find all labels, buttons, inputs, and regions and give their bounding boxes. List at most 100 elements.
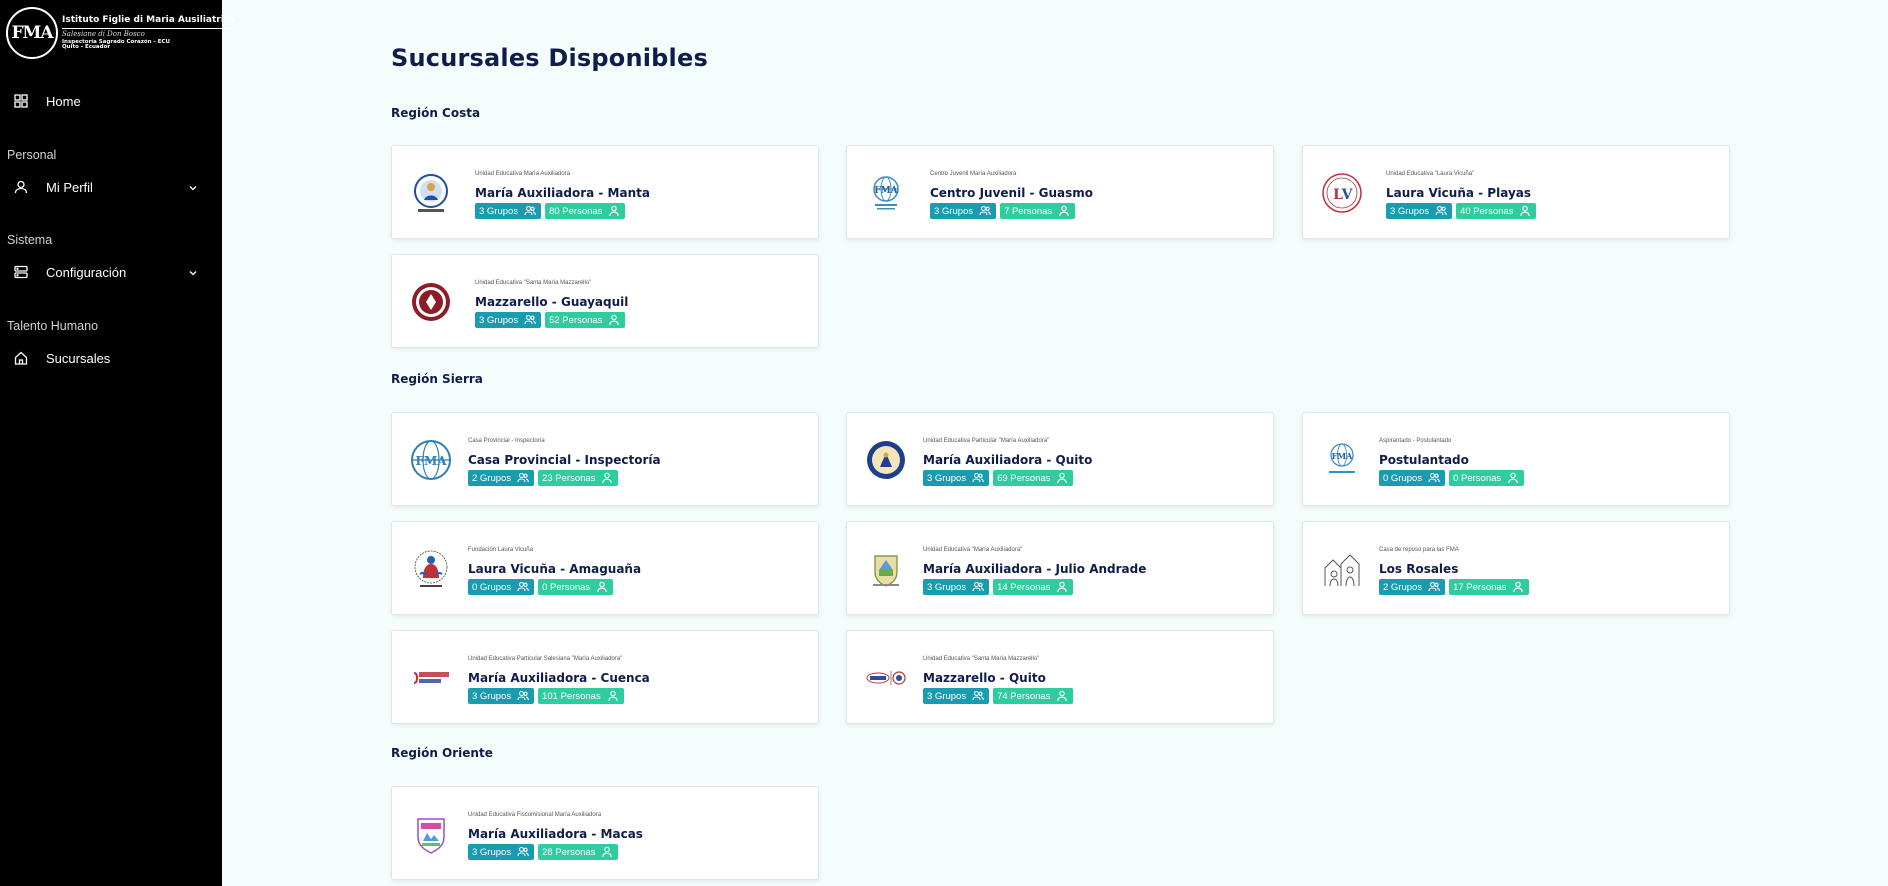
grid-icon [14, 94, 28, 108]
nav-home[interactable]: Home [0, 85, 222, 117]
people-badge[interactable]: 0 Personas [1449, 470, 1525, 486]
svg-text:FMA: FMA [1332, 451, 1354, 461]
card-name: María Auxiliadora - Cuenca [468, 671, 650, 685]
region-title-costa: Región Costa [391, 106, 481, 120]
branch-card-maria-auxiliadora-macas[interactable]: Unidad Educativa Fiscomisional María Aux… [391, 786, 819, 880]
branch-card-maria-auxiliadora-cuenca[interactable]: Unidad Educativa Particular Salesiana "M… [391, 630, 819, 724]
card-subtitle: Aspirantado - Postulantado [1379, 438, 1452, 444]
branch-card-laura-vicuna-amaguana[interactable]: Fundación Laura Vicuña Laura Vicuña - Am… [391, 521, 819, 615]
people-badge[interactable]: 69 Personas [993, 470, 1074, 486]
nav-configuracion-label: Configuración [46, 264, 127, 280]
groups-badge[interactable]: 3 Grupos [923, 688, 990, 704]
branch-card-casa-provincial[interactable]: FMA Casa Provincial - Inspectoría Casa P… [391, 412, 819, 506]
groups-badge[interactable]: 3 Grupos [923, 579, 990, 595]
people-badge[interactable]: 0 Personas [538, 579, 614, 595]
branch-card-mazzarello-guayaquil[interactable]: Unidad Educativa "Santa María Mazzarello… [391, 254, 819, 348]
groups-badge[interactable]: 3 Grupos [923, 470, 990, 486]
card-name: Centro Juvenil - Guasmo [930, 186, 1094, 200]
branch-card-mazzarello-quito[interactable]: Unidad Educativa "Santa María Mazzarello… [846, 630, 1274, 724]
nav-configuracion[interactable]: Configuración [0, 256, 222, 288]
card-subtitle: Casa de reposo para las FMA [1379, 547, 1459, 553]
sidebar: FMA Istituto Figlie di Maria Ausiliatric… [0, 0, 236, 886]
user-icon [1513, 581, 1524, 593]
users-icon [972, 472, 984, 483]
users-icon [1428, 581, 1440, 592]
server-icon [14, 265, 28, 279]
groups-badge[interactable]: 3 Grupos [475, 312, 542, 328]
shield-color-icon [410, 813, 452, 855]
card-name: María Auxiliadora - Manta [475, 186, 650, 200]
branch-card-maria-auxiliadora-quito[interactable]: Unidad Educativa Particular "María Auxil… [846, 412, 1274, 506]
crest-icon [865, 548, 907, 590]
user-icon [602, 472, 613, 484]
groups-badge[interactable]: 3 Grupos [930, 203, 997, 219]
svg-text:FMA: FMA [874, 186, 898, 196]
brand-location: Quito - Ecuador [62, 44, 111, 50]
chevron-down-icon[interactable] [186, 265, 200, 279]
wordmark-icon [865, 657, 907, 699]
user-icon [609, 205, 620, 217]
branch-card-centro-juvenil-guasmo[interactable]: FMA Centro Juvenil María Auxiliadora Cen… [846, 145, 1274, 239]
people-badge[interactable]: 17 Personas [1449, 579, 1530, 595]
lv-crest-icon: LV [1321, 172, 1363, 214]
nav-sucursales[interactable]: Sucursales [0, 342, 222, 374]
card-name: María Auxiliadora - Julio Andrade [923, 562, 1147, 576]
groups-badge[interactable]: 3 Grupos [475, 203, 542, 219]
people-badge[interactable]: 28 Personas [538, 844, 619, 860]
section-sistema: Sistema [7, 233, 53, 247]
user-icon [597, 581, 607, 593]
nav-home-label: Home [46, 93, 81, 109]
card-name: Casa Provincial - Inspectoría [468, 453, 661, 467]
brand-subtitle: Salesiane di Don Bosco [62, 29, 145, 38]
chevron-down-icon[interactable] [186, 180, 200, 194]
user-icon [1057, 690, 1068, 702]
nav-mi-perfil-label: Mi Perfil [46, 179, 93, 195]
card-subtitle: Unidad Educativa "María Auxiliadora" [923, 547, 1023, 553]
seal-blue-icon [410, 172, 452, 214]
branch-card-laura-vicuna-playas[interactable]: LV Unidad Educativa "Laura Vicuña" Laura… [1302, 145, 1730, 239]
groups-badge[interactable]: 0 Grupos [468, 579, 535, 595]
people-badge[interactable]: 80 Personas [545, 203, 626, 219]
brand[interactable]: FMA Istituto Figlie di Maria Ausiliatric… [6, 6, 236, 60]
people-badge[interactable]: 23 Personas [538, 470, 619, 486]
people-badge[interactable]: 52 Personas [545, 312, 626, 328]
people-badge[interactable]: 101 Personas [538, 688, 624, 704]
fma-globe-icon: FMA [865, 172, 907, 214]
users-icon [972, 581, 984, 592]
card-subtitle: Unidad Educativa "Santa María Mazzarello… [923, 656, 1040, 662]
groups-badge[interactable]: 3 Grupos [1386, 203, 1453, 219]
branch-card-postulantado[interactable]: FMA Aspirantado - Postulantado Postulant… [1302, 412, 1730, 506]
region-title-sierra: Región Sierra [391, 372, 483, 386]
nav-mi-perfil[interactable]: Mi Perfil [0, 171, 222, 203]
region-title-oriente: Región Oriente [391, 746, 493, 760]
users-icon [1428, 472, 1440, 483]
people-badge[interactable]: 74 Personas [993, 688, 1074, 704]
section-talento-humano: Talento Humano [7, 319, 99, 333]
sketch-icon [1321, 548, 1363, 590]
branch-card-los-rosales[interactable]: Casa de reposo para las FMA Los Rosales … [1302, 521, 1730, 615]
users-icon [524, 314, 536, 325]
user-icon [607, 690, 618, 702]
card-subtitle: Unidad Educativa Particular Salesiana "M… [468, 656, 623, 662]
groups-badge[interactable]: 3 Grupos [468, 844, 535, 860]
fma-logo-icon: FMA [6, 7, 58, 59]
people-badge[interactable]: 14 Personas [993, 579, 1074, 595]
users-icon [972, 690, 984, 701]
card-subtitle: Casa Provincial - Inspectoría [468, 438, 545, 444]
card-subtitle: Fundación Laura Vicuña [468, 547, 533, 553]
groups-badge[interactable]: 3 Grupos [468, 688, 535, 704]
brand-text: Istituto Figlie di Maria Ausiliatrice Sa… [62, 15, 236, 51]
branch-card-maria-auxiliadora-julio-andrade[interactable]: Unidad Educativa "María Auxiliadora" Mar… [846, 521, 1274, 615]
people-badge[interactable]: 7 Personas [1000, 203, 1076, 219]
people-badge[interactable]: 40 Personas [1456, 203, 1537, 219]
groups-badge[interactable]: 0 Grupos [1379, 470, 1446, 486]
card-name: Mazzarello - Quito [923, 671, 1046, 685]
users-icon [1435, 205, 1447, 216]
groups-badge[interactable]: 2 Grupos [1379, 579, 1446, 595]
groups-badge[interactable]: 2 Grupos [468, 470, 535, 486]
user-icon [1057, 581, 1068, 593]
svg-text:FMA: FMA [415, 454, 447, 468]
branch-card-maria-auxiliadora-manta[interactable]: Unidad Educativa María Auxiliadora María… [391, 145, 819, 239]
fma-globe-icon: FMA [410, 439, 452, 481]
hands-icon [410, 548, 452, 590]
